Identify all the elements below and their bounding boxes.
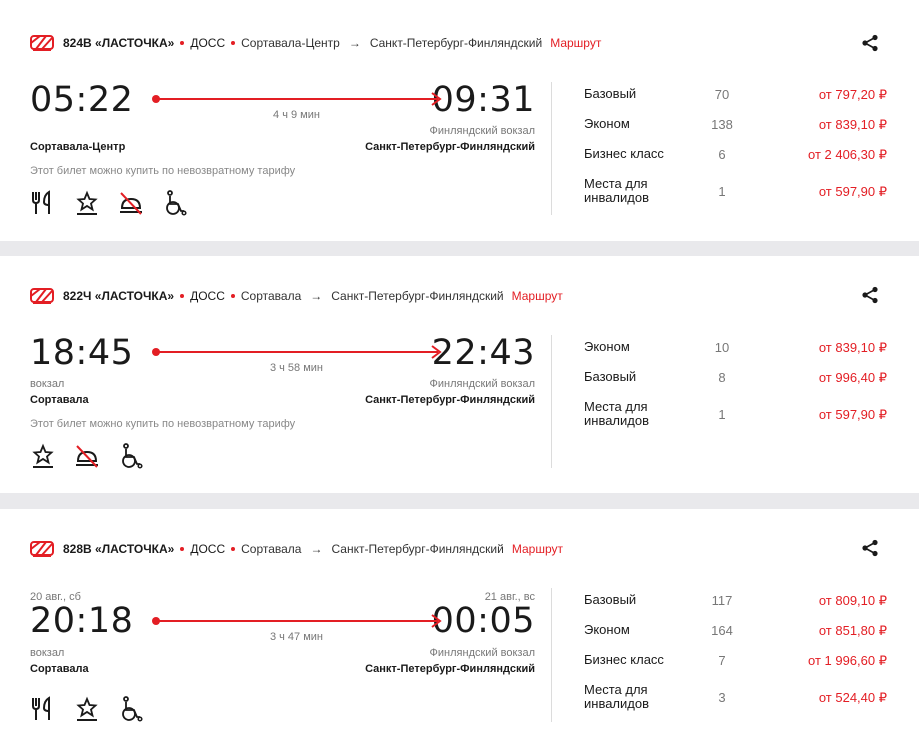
seat-count: 6 [718,147,726,162]
fare-price: от 996,40 ₽ [818,370,887,385]
seat-count: 1 [718,407,726,422]
route-line [155,620,438,622]
fare-price: от 809,10 ₽ [818,593,887,608]
arrival-time: 22:43 [431,333,535,373]
fare-row[interactable]: Эконом 10 от 839,10 ₽ [584,340,889,368]
route-line [155,98,438,100]
trip-duration: 4 ч 9 мин [273,109,320,121]
nonrefundable-note: Этот билет можно купить по невозвратному… [30,165,296,177]
seat-count: 138 [711,117,733,132]
fare-price: от 797,20 ₽ [818,87,887,102]
fare-name: Эконом [584,339,630,354]
fare-row[interactable]: Эконом 138 от 839,10 ₽ [584,117,889,145]
fare-name: Бизнес класс [584,146,664,161]
arrival-time: 09:31 [431,80,535,120]
fare-name: Базовый [584,86,637,101]
seat-count: 10 [714,340,730,355]
no-food-icon [120,192,142,215]
route-line [155,351,438,353]
arrival-time: 00:05 [431,601,535,641]
train-card: 828В «ЛАСТОЧКА» ДОСС Сортавала → Санкт-П… [0,509,919,747]
fare-row[interactable]: Бизнес класс 6 от 2 406,30 ₽ [584,147,889,175]
wheelchair-icon [122,696,143,722]
schedule: 05:22 09:31 4 ч 9 мин Финляндский вокзал… [30,0,535,241]
star-service-icon [76,190,98,215]
schedule: 18:45 22:43 3 ч 58 мин вокзал Финляндски… [30,256,535,493]
fare-price: от 1 996,60 ₽ [808,653,887,668]
wheelchair-icon [166,190,187,216]
fare-price: от 597,90 ₽ [818,184,887,199]
arrow-head-icon [431,614,442,628]
fare-price: от 839,10 ₽ [818,340,887,355]
fare-name: Базовый [584,369,637,384]
share-icon[interactable] [861,34,879,52]
trip-duration: 3 ч 47 мин [269,631,324,643]
fare-row[interactable]: Базовый 117 от 809,10 ₽ [584,593,889,621]
restaurant-icon [32,190,50,214]
wheelchair-icon [122,443,143,469]
restaurant-icon [32,696,50,720]
arrival-station-sub: Финляндский вокзал [429,125,535,137]
departure-station: Сортавала [30,663,89,675]
fare-row[interactable]: Базовый 70 от 797,20 ₽ [584,87,889,115]
fare-price: от 839,10 ₽ [818,117,887,132]
departure-time: 20:18 [30,601,134,641]
seat-count: 70 [714,87,730,102]
fare-name: Бизнес класс [584,652,664,667]
fare-price: от 851,80 ₽ [818,623,887,638]
fare-row[interactable]: Бизнес класс 7 от 1 996,60 ₽ [584,653,889,681]
nonrefundable-note: Этот билет можно купить по невозвратному… [30,418,296,430]
schedule: 20 авг., сб 21 авг., вс 20:18 00:05 3 ч … [30,509,535,747]
arrival-station-sub: Финляндский вокзал [429,378,535,390]
divider [551,588,552,722]
star-service-icon [32,443,54,468]
fare-price: от 597,90 ₽ [818,407,887,422]
fare-price: от 2 406,30 ₽ [808,147,887,162]
share-icon[interactable] [861,539,879,557]
fare-name: Эконом [584,622,630,637]
seat-count: 1 [718,184,726,199]
train-card: 822Ч «ЛАСТОЧКА» ДОСС Сортавала → Санкт-П… [0,256,919,493]
share-icon[interactable] [861,286,879,304]
departure-station: Сортавала [30,394,89,406]
departure-time: 05:22 [30,80,134,120]
arrival-station: Санкт-Петербург-Финляндский [365,141,535,153]
fare-name: Места для инвалидов [584,682,649,711]
departure-station-sub: вокзал [30,378,65,390]
train-card: 824В «ЛАСТОЧКА» ДОСС Сортавала-Центр → С… [0,0,919,241]
route-link[interactable]: Маршрут [550,36,601,50]
seat-count: 117 [711,593,733,608]
fare-name: Эконом [584,116,630,131]
amenity-icons [30,443,162,469]
no-food-icon [76,445,98,468]
arrival-station: Санкт-Петербург-Финляндский [365,394,535,406]
arrival-station: Санкт-Петербург-Финляндский [365,663,535,675]
fare-row[interactable]: Места для инвалидов 1 от 597,90 ₽ [584,177,889,207]
departure-station-sub: вокзал [30,647,65,659]
fare-name: Базовый [584,592,637,607]
divider [551,335,552,468]
fare-name: Места для инвалидов [584,399,649,428]
amenity-icons [30,696,162,722]
star-service-icon [76,696,98,721]
arrival-station-sub: Финляндский вокзал [429,647,535,659]
fare-row[interactable]: Места для инвалидов 3 от 524,40 ₽ [584,683,889,713]
arrow-head-icon [431,92,442,106]
fare-price: от 524,40 ₽ [818,690,887,705]
seat-count: 7 [718,653,726,668]
seat-count: 164 [711,623,733,638]
seat-count: 3 [718,690,726,705]
divider [551,82,552,215]
fare-row[interactable]: Эконом 164 от 851,80 ₽ [584,623,889,651]
trip-duration: 3 ч 58 мин [269,362,324,374]
fare-row[interactable]: Базовый 8 от 996,40 ₽ [584,370,889,398]
departure-station: Сортавала-Центр [30,141,126,153]
fare-row[interactable]: Места для инвалидов 1 от 597,90 ₽ [584,400,889,430]
fare-name: Места для инвалидов [584,176,649,205]
departure-time: 18:45 [30,333,134,373]
arrow-head-icon [431,345,442,359]
amenity-icons [30,190,206,216]
seat-count: 8 [718,370,726,385]
